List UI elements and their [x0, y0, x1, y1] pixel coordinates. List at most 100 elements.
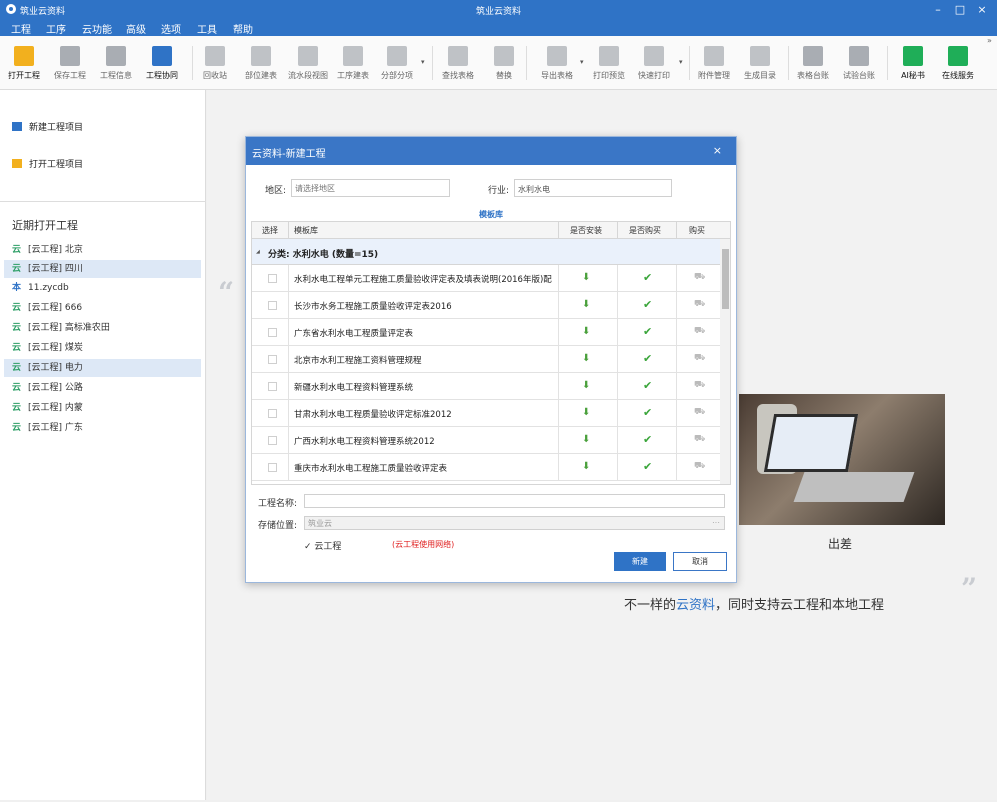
col-select: 选择 — [262, 226, 278, 235]
menu-tools[interactable]: 工具 — [197, 21, 217, 36]
project-name-input[interactable] — [304, 494, 725, 508]
part-table-button[interactable]: 部位建表 — [245, 36, 277, 90]
row-checkbox[interactable] — [268, 274, 277, 283]
cloud-network-note: (云工程使用网络) — [392, 540, 455, 549]
table-row[interactable]: 水利水电工程单元工程施工质量验收评定表及填表说明(2016年版)配... ⬇ ✔ ⛟ — [252, 265, 720, 292]
bought-check-icon: ✔ — [643, 325, 653, 338]
cart-icon[interactable]: ⛟ — [694, 434, 705, 445]
minimize-button[interactable]: – — [928, 2, 948, 17]
online-service-button[interactable]: 在线服务 — [942, 36, 974, 90]
open-project-button[interactable]: 打开工程 — [8, 36, 40, 90]
cart-icon[interactable]: ⛟ — [694, 461, 705, 472]
row-checkbox[interactable] — [268, 382, 277, 391]
category-label: 分类: 水利水电 (数量=15) — [268, 250, 379, 260]
table-row[interactable]: 广西水利水电工程资料管理系统2012 ⬇ ✔ ⛟ — [252, 427, 720, 454]
storage-location-field[interactable]: 筑业云 ··· — [304, 516, 725, 530]
dialog-title: 云资料-新建工程 — [252, 149, 326, 160]
category-group-row[interactable]: ◢ 分类: 水利水电 (数量=15) — [252, 239, 720, 265]
menu-project[interactable]: 工程 — [11, 21, 31, 36]
list-icon — [298, 46, 318, 66]
cart-icon[interactable]: ⛟ — [694, 380, 705, 391]
ai-assistant-button[interactable]: AI秘书 — [898, 36, 928, 90]
project-info-button[interactable]: 工程信息 — [100, 36, 132, 90]
process-table-button[interactable]: 工序建表 — [337, 36, 369, 90]
browse-icon[interactable]: ··· — [712, 518, 720, 527]
toolbar-overflow-icon[interactable]: » — [987, 36, 992, 45]
row-checkbox[interactable] — [268, 355, 277, 364]
cloud-project-checkbox[interactable]: ✓ 云工程 — [304, 539, 341, 552]
bought-check-icon: ✔ — [643, 433, 653, 446]
recent-item[interactable]: 云 [云工程] 四川 — [4, 260, 201, 278]
cancel-button[interactable]: 取消 — [673, 552, 727, 571]
app-title: 筑业云资料 — [20, 7, 66, 17]
recycle-bin-button[interactable]: 回收站 — [201, 36, 229, 90]
create-button[interactable]: 新建 — [614, 552, 666, 571]
recent-item[interactable]: 云 [云工程] 内蒙 — [4, 399, 201, 417]
row-checkbox[interactable] — [268, 301, 277, 310]
building-icon — [106, 46, 126, 66]
open-project-item[interactable]: 打开工程项目 — [12, 157, 83, 170]
new-project-item[interactable]: 新建工程项目 — [12, 120, 83, 133]
row-checkbox[interactable] — [268, 409, 277, 418]
table-row[interactable]: 重庆市水利水电工程施工质量验收评定表 ⬇ ✔ ⛟ — [252, 454, 720, 481]
attachment-manager-button[interactable]: 附件管理 — [698, 36, 730, 90]
recent-item[interactable]: 云 [云工程] 北京 — [4, 241, 201, 259]
laptop-keyboard — [793, 472, 915, 502]
table-row[interactable]: 广东省水利水电工程质量评定表 ⬇ ✔ ⛟ — [252, 319, 720, 346]
table-row[interactable]: 新疆水利水电工程资料管理系统 ⬇ ✔ ⛟ — [252, 373, 720, 400]
header-separator — [558, 222, 559, 239]
find-table-button[interactable]: 查找表格 — [442, 36, 474, 90]
recent-item[interactable]: 云 [云工程] 高标准农田 — [4, 319, 201, 337]
print-dropdown-icon[interactable]: ▾ — [679, 58, 683, 66]
row-checkbox[interactable] — [268, 463, 277, 472]
menu-cloud[interactable]: 云功能 — [82, 21, 112, 36]
table-row[interactable]: 北京市水利工程施工资料管理规程 ⬇ ✔ ⛟ — [252, 346, 720, 373]
dialog-close-icon[interactable]: × — [713, 144, 722, 157]
replace-button[interactable]: 替换 — [490, 36, 518, 90]
quick-print-button[interactable]: 快速打印 — [638, 36, 670, 90]
menu-options[interactable]: 选项 — [161, 21, 181, 36]
subdivision-button[interactable]: 分部分项 — [381, 36, 413, 90]
subdivision-dropdown-icon[interactable]: ▾ — [421, 58, 425, 66]
menu-help[interactable]: 帮助 — [233, 21, 253, 36]
industry-select[interactable]: 水利水电 — [514, 179, 672, 197]
table-row[interactable]: 甘肃水利水电工程质量验收评定标准2012 ⬇ ✔ ⛟ — [252, 400, 720, 427]
flow-section-view-button[interactable]: 流水段视图 — [288, 36, 328, 90]
save-project-button[interactable]: 保存工程 — [54, 36, 86, 90]
recent-item[interactable]: 本 11.zycdb — [4, 279, 201, 297]
print-preview-button[interactable]: 打印预览 — [593, 36, 625, 90]
recent-item[interactable]: 云 [云工程] 666 — [4, 299, 201, 317]
cart-icon[interactable]: ⛟ — [694, 326, 705, 337]
expand-toggle-icon[interactable]: ◢ — [256, 249, 260, 255]
cart-icon[interactable]: ⛟ — [694, 272, 705, 283]
cart-icon[interactable]: ⛟ — [694, 299, 705, 310]
row-checkbox[interactable] — [268, 328, 277, 337]
laptop-screen — [763, 414, 859, 472]
recent-item[interactable]: 云 [云工程] 广东 — [4, 419, 201, 437]
cart-icon[interactable]: ⛟ — [694, 407, 705, 418]
cart-icon[interactable]: ⛟ — [694, 353, 705, 364]
test-ledger-button[interactable]: 试验台账 — [843, 36, 875, 90]
new-project-dialog: 云资料-新建工程 × 地区: 行业: 水利水电 模板库 选择 模板库 是否安装 … — [245, 136, 737, 583]
export-table-button[interactable]: 导出表格 — [541, 36, 573, 90]
maximize-button[interactable]: □ — [950, 2, 970, 17]
recent-item[interactable]: 云 [云工程] 电力 — [4, 359, 201, 377]
recent-item[interactable]: 云 [云工程] 煤炭 — [4, 339, 201, 357]
close-button[interactable]: × — [972, 2, 992, 17]
generate-toc-button[interactable]: 生成目录 — [744, 36, 776, 90]
local-project-icon: 本 — [12, 283, 22, 293]
table-row[interactable]: 长沙市水务工程施工质量验收评定表2016 ⬇ ✔ ⛟ — [252, 292, 720, 319]
region-input[interactable] — [291, 179, 450, 197]
row-checkbox[interactable] — [268, 436, 277, 445]
table-ledger-button[interactable]: 表格台账 — [797, 36, 829, 90]
recent-item[interactable]: 云 [云工程] 公路 — [4, 379, 201, 397]
installed-icon: ⬇ — [582, 380, 591, 391]
scrollbar-thumb[interactable] — [722, 249, 729, 309]
title-bar: 筑业云资料 筑业云资料 – □ × — [0, 0, 997, 19]
menu-process[interactable]: 工序 — [46, 21, 66, 36]
menu-advanced[interactable]: 高级 — [126, 21, 146, 36]
cloud-project-icon: 云 — [12, 343, 22, 353]
export-dropdown-icon[interactable]: ▾ — [580, 58, 584, 66]
project-collaboration-button[interactable]: 工程协同 — [146, 36, 178, 90]
table-scrollbar[interactable] — [720, 239, 730, 484]
